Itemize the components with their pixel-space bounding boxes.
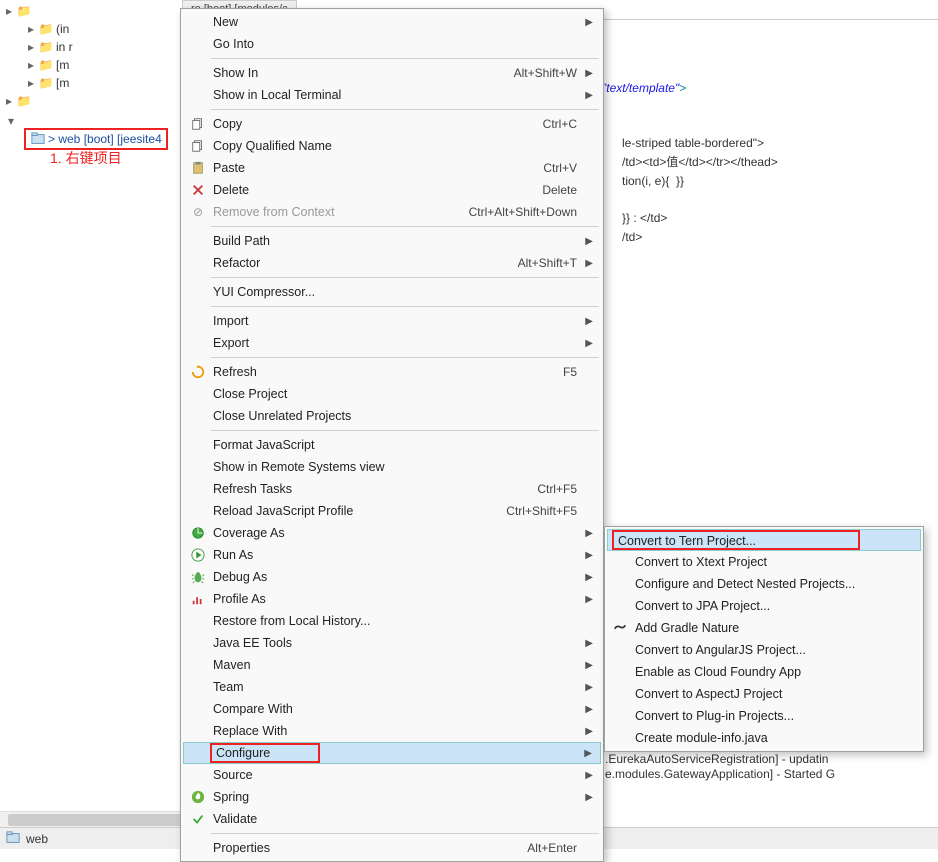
menu-debug-as[interactable]: Debug As▶ bbox=[183, 566, 601, 588]
tree-item[interactable]: ▸📁 bbox=[0, 2, 180, 20]
submenu-create-module[interactable]: Create module-info.java bbox=[607, 727, 921, 749]
project-icon bbox=[6, 831, 22, 847]
tree-item[interactable]: ▸📁[m bbox=[0, 56, 180, 74]
selected-project[interactable]: > web [boot] [jeesite4 bbox=[24, 128, 168, 150]
validate-icon bbox=[187, 810, 209, 828]
annotation-1: 1. 右键项目 bbox=[50, 148, 122, 168]
menu-refactor[interactable]: RefactorAlt+Shift+T▶ bbox=[183, 252, 601, 274]
submenu-convert-angular[interactable]: Convert to AngularJS Project... bbox=[607, 639, 921, 661]
copy-icon bbox=[187, 115, 209, 133]
tree-item[interactable]: ▸📁 bbox=[0, 92, 180, 110]
tree-item[interactable]: ▸📁(in bbox=[0, 20, 180, 38]
menu-coverage-as[interactable]: Coverage As▶ bbox=[183, 522, 601, 544]
menu-copy[interactable]: CopyCtrl+C bbox=[183, 113, 601, 135]
console-output: .EurekaAutoServiceRegistration] - updati… bbox=[605, 752, 835, 782]
menu-source[interactable]: Source▶ bbox=[183, 764, 601, 786]
coverage-icon bbox=[187, 524, 209, 542]
submenu-convert-xtext[interactable]: Convert to Xtext Project bbox=[607, 551, 921, 573]
menu-configure[interactable]: Configure▶ bbox=[183, 742, 601, 764]
menu-properties[interactable]: PropertiesAlt+Enter bbox=[183, 837, 601, 859]
remove-context-icon: ⊘ bbox=[187, 203, 209, 221]
debug-icon bbox=[187, 568, 209, 586]
code-token: > bbox=[679, 81, 686, 95]
copy-qualified-icon bbox=[187, 137, 209, 155]
gradle-icon bbox=[613, 620, 629, 636]
menu-replace-with[interactable]: Replace With▶ bbox=[183, 720, 601, 742]
menu-validate[interactable]: Validate bbox=[183, 808, 601, 830]
submenu-enable-cloud[interactable]: Enable as Cloud Foundry App bbox=[607, 661, 921, 683]
menu-build-path[interactable]: Build Path▶ bbox=[183, 230, 601, 252]
code-token: }} : </td> bbox=[622, 211, 667, 225]
menu-show-remote[interactable]: Show in Remote Systems view bbox=[183, 456, 601, 478]
submenu-convert-aspectj[interactable]: Convert to AspectJ Project bbox=[607, 683, 921, 705]
run-icon bbox=[187, 546, 209, 564]
menu-paste[interactable]: PasteCtrl+V bbox=[183, 157, 601, 179]
code-token: le-striped table-bordered"> bbox=[622, 136, 764, 150]
profile-icon bbox=[187, 590, 209, 608]
menu-yui-compressor[interactable]: YUI Compressor... bbox=[183, 281, 601, 303]
menu-close-unrelated[interactable]: Close Unrelated Projects bbox=[183, 405, 601, 427]
delete-icon bbox=[187, 181, 209, 199]
menu-remove-context: ⊘Remove from ContextCtrl+Alt+Shift+Down bbox=[183, 201, 601, 223]
menu-show-local-terminal[interactable]: Show in Local Terminal▶ bbox=[183, 84, 601, 106]
tree-item[interactable]: ▸📁[m bbox=[0, 74, 180, 92]
submenu-convert-jpa[interactable]: Convert to JPA Project... bbox=[607, 595, 921, 617]
menu-javaee-tools[interactable]: Java EE Tools▶ bbox=[183, 632, 601, 654]
menu-refresh-tasks[interactable]: Refresh TasksCtrl+F5 bbox=[183, 478, 601, 500]
menu-maven[interactable]: Maven▶ bbox=[183, 654, 601, 676]
submenu-configure-nested[interactable]: Configure and Detect Nested Projects... bbox=[607, 573, 921, 595]
code-token: "text/template" bbox=[602, 81, 679, 95]
menu-run-as[interactable]: Run As▶ bbox=[183, 544, 601, 566]
menu-reload-js[interactable]: Reload JavaScript ProfileCtrl+Shift+F5 bbox=[183, 500, 601, 522]
submenu-add-gradle[interactable]: Add Gradle Nature bbox=[607, 617, 921, 639]
menu-close-project[interactable]: Close Project bbox=[183, 383, 601, 405]
configure-submenu: Convert to Tern Project... Convert to Xt… bbox=[604, 526, 924, 752]
menu-new[interactable]: New▶ bbox=[183, 11, 601, 33]
menu-import[interactable]: Import▶ bbox=[183, 310, 601, 332]
menu-format-js[interactable]: Format JavaScript bbox=[183, 434, 601, 456]
project-explorer[interactable]: ▸📁 ▸📁(in ▸📁in r ▸📁[m ▸📁[m ▸📁 ▾ > web [bo… bbox=[0, 0, 180, 150]
menu-compare-with[interactable]: Compare With▶ bbox=[183, 698, 601, 720]
code-token: /td><td>值</td></tr></thead> bbox=[622, 155, 778, 169]
tree-item[interactable]: ▸📁in r bbox=[0, 38, 180, 56]
menu-profile-as[interactable]: Profile As▶ bbox=[183, 588, 601, 610]
submenu-convert-tern[interactable]: Convert to Tern Project... bbox=[607, 529, 921, 551]
menu-export[interactable]: Export▶ bbox=[183, 332, 601, 354]
context-menu: New▶ Go Into Show InAlt+Shift+W▶ Show in… bbox=[180, 8, 604, 862]
menu-copy-qualified[interactable]: Copy Qualified Name bbox=[183, 135, 601, 157]
project-label: > web [boot] [jeesite4 bbox=[48, 132, 162, 146]
menu-team[interactable]: Team▶ bbox=[183, 676, 601, 698]
submenu-convert-plugin[interactable]: Convert to Plug-in Projects... bbox=[607, 705, 921, 727]
refresh-icon bbox=[187, 363, 209, 381]
code-token: tion(i, e){ }} bbox=[622, 174, 684, 188]
code-token: /td> bbox=[622, 230, 642, 244]
menu-go-into[interactable]: Go Into bbox=[183, 33, 601, 55]
status-project-name: web bbox=[26, 832, 48, 846]
menu-show-in[interactable]: Show InAlt+Shift+W▶ bbox=[183, 62, 601, 84]
spring-icon bbox=[187, 788, 209, 806]
menu-spring[interactable]: Spring▶ bbox=[183, 786, 601, 808]
project-icon bbox=[30, 131, 46, 147]
editor-highlight-line bbox=[787, 334, 938, 354]
menu-refresh[interactable]: RefreshF5 bbox=[183, 361, 601, 383]
menu-delete[interactable]: DeleteDelete bbox=[183, 179, 601, 201]
menu-restore-history[interactable]: Restore from Local History... bbox=[183, 610, 601, 632]
paste-icon bbox=[187, 159, 209, 177]
